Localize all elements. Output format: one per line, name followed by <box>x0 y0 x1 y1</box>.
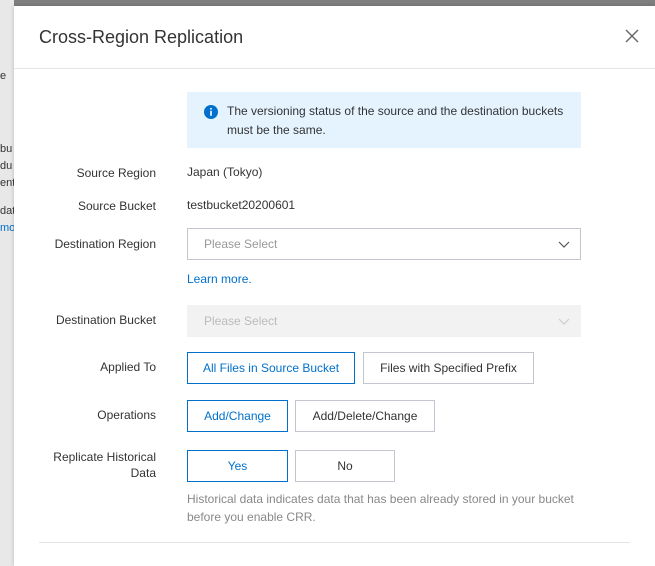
applied-to-label: Applied To <box>100 360 156 374</box>
historical-no-option[interactable]: No <box>295 450 395 482</box>
destination-region-label: Destination Region <box>54 237 156 251</box>
chevron-down-icon <box>558 318 570 325</box>
historical-yes-option[interactable]: Yes <box>187 450 288 482</box>
notice-text: The versioning status of the source and … <box>227 104 564 137</box>
close-icon[interactable] <box>621 25 643 47</box>
dialog-title: Cross-Region Replication <box>39 27 244 47</box>
add-change-option[interactable]: Add/Change <box>187 400 288 432</box>
historical-data-hint: Historical data indicates data that has … <box>187 492 574 524</box>
source-bucket-label: Source Bucket <box>77 199 156 213</box>
add-delete-change-option[interactable]: Add/Delete/Change <box>295 400 435 432</box>
destination-bucket-select[interactable]: Please Select <box>187 305 581 337</box>
destination-bucket-label: Destination Bucket <box>55 313 156 327</box>
replicate-historical-label-line1: Replicate Historical <box>53 450 156 464</box>
background-text: dat <box>0 205 14 217</box>
cross-region-replication-dialog: Cross-Region Replication The versioning … <box>14 6 655 566</box>
specified-prefix-option[interactable]: Files with Specified Prefix <box>363 352 534 384</box>
footer-divider <box>39 542 630 543</box>
background-page: e bu du ent dat mo <box>0 0 14 566</box>
destination-region-select[interactable]: Please Select <box>187 228 581 260</box>
learn-more-link[interactable]: Learn more. <box>187 272 252 286</box>
dialog-header: Cross-Region Replication <box>14 6 655 69</box>
background-text: bu <box>0 143 13 155</box>
info-icon <box>204 105 218 119</box>
versioning-notice: The versioning status of the source and … <box>187 92 581 148</box>
chevron-down-icon <box>558 241 570 248</box>
operations-label: Operations <box>97 408 156 422</box>
source-region-label: Source Region <box>76 166 156 180</box>
destination-bucket-placeholder: Please Select <box>204 314 278 328</box>
background-text: ent <box>0 177 14 189</box>
replicate-historical-label-line2: Data <box>130 466 156 480</box>
background-text: du <box>0 160 13 172</box>
source-region-value: Japan (Tokyo) <box>187 165 263 179</box>
background-text: e <box>0 70 7 82</box>
destination-region-placeholder: Please Select <box>204 237 278 251</box>
replicate-historical-label: Replicate Historical Data <box>16 449 156 481</box>
source-bucket-value: testbucket20200601 <box>187 198 296 212</box>
background-link: mo <box>0 222 14 234</box>
all-files-option[interactable]: All Files in Source Bucket <box>187 352 355 384</box>
